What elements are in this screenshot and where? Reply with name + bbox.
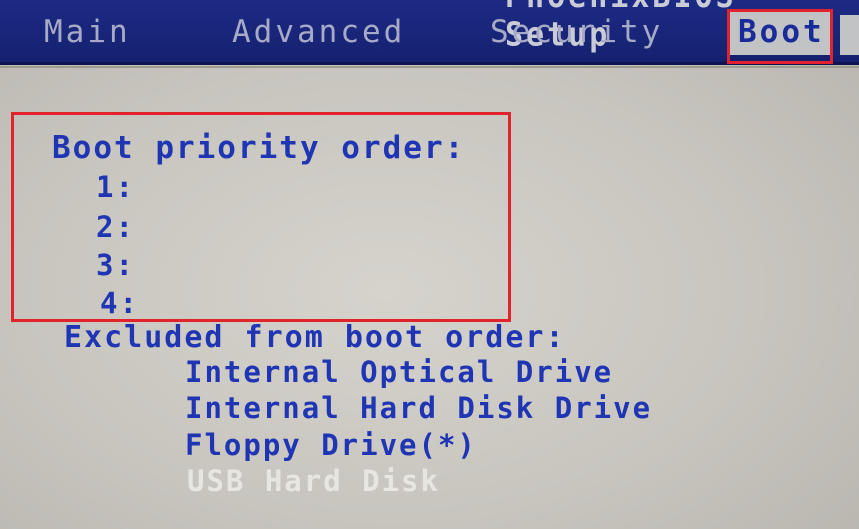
excluded-title: Excluded from boot order:	[64, 320, 566, 355]
tab-advanced[interactable]: Advanced	[232, 14, 405, 50]
device-internal-optical-drive[interactable]: Internal Optical Drive	[185, 355, 613, 389]
boot-priority-title: Boot priority order:	[52, 130, 466, 166]
tab-security[interactable]: Security	[490, 14, 663, 50]
device-floppy-drive[interactable]: Floppy Drive(*)	[185, 428, 477, 462]
panel-divider	[0, 66, 859, 68]
boot-slot-4[interactable]: 4:	[100, 286, 139, 320]
tab-main[interactable]: Main	[44, 14, 131, 50]
boot-slot-2[interactable]: 2:	[96, 210, 135, 244]
boot-slot-3[interactable]: 3:	[96, 248, 135, 282]
boot-tab-highlight	[727, 9, 833, 64]
device-internal-hard-disk-drive[interactable]: Internal Hard Disk Drive	[185, 391, 652, 425]
tab-edge	[840, 15, 859, 55]
device-usb-hard-disk[interactable]: USB Hard Disk	[187, 464, 440, 498]
boot-slot-1[interactable]: 1:	[96, 170, 135, 204]
